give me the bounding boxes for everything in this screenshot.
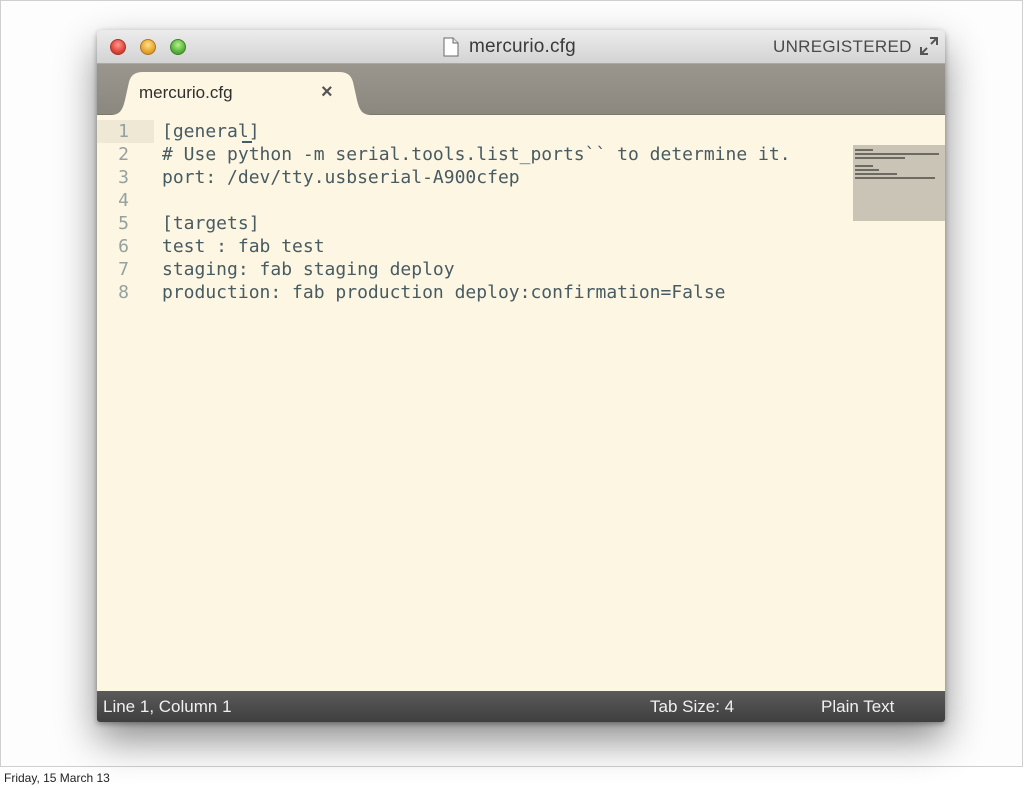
- minimap-line: [855, 149, 873, 151]
- tab-label: mercurio.cfg: [139, 83, 233, 102]
- line-number: 8: [118, 282, 129, 303]
- minimize-button[interactable]: [140, 39, 156, 55]
- code-line[interactable]: [targets]: [162, 212, 260, 235]
- document-icon: [443, 37, 459, 57]
- line-number: 4: [118, 190, 129, 211]
- minimap-line: [855, 169, 879, 171]
- code-line[interactable]: port: /dev/tty.usbserial-A900cfep: [162, 166, 520, 189]
- code-line[interactable]: staging: fab staging deploy: [162, 258, 455, 281]
- window-title: mercurio.cfg: [443, 35, 576, 59]
- slide-background: mercurio.cfg UNREGISTERED mercurio.cfg ×…: [0, 0, 1023, 767]
- tab-close-icon[interactable]: ×: [321, 81, 333, 104]
- code-line[interactable]: [general]: [162, 120, 260, 143]
- minimap-line: [855, 165, 873, 167]
- fullscreen-icon[interactable]: [920, 37, 938, 55]
- minimap[interactable]: [853, 145, 945, 221]
- cursor-position: Line 1, Column 1: [103, 697, 232, 716]
- code-line[interactable]: production: fab production deploy:confir…: [162, 281, 726, 304]
- unregistered-label: UNREGISTERED: [773, 37, 912, 56]
- minimap-line: [855, 177, 935, 179]
- line-number: 7: [118, 259, 129, 280]
- editor-area[interactable]: 1 [general] 2 # Use python -m serial.too…: [97, 115, 945, 691]
- line-number: 2: [118, 144, 129, 165]
- tab-size-selector[interactable]: Tab Size: 4: [650, 697, 734, 717]
- close-button[interactable]: [110, 39, 126, 55]
- minimap-line: [855, 157, 905, 159]
- line-number: 6: [118, 236, 129, 257]
- code-line[interactable]: test : fab test: [162, 235, 325, 258]
- line-number: 5: [118, 213, 129, 234]
- editor-window: mercurio.cfg UNREGISTERED mercurio.cfg ×…: [97, 30, 945, 722]
- code-line[interactable]: # Use python -m serial.tools.list_ports`…: [162, 143, 791, 166]
- minimap-line: [855, 173, 897, 175]
- zoom-button[interactable]: [170, 39, 186, 55]
- syntax-selector[interactable]: Plain Text: [821, 697, 894, 717]
- line-number: 1: [118, 121, 129, 142]
- tab-mercurio-cfg[interactable]: mercurio.cfg ×: [111, 72, 371, 115]
- slide-footer-date: Friday, 15 March 13: [4, 771, 110, 785]
- line-number: 3: [118, 167, 129, 188]
- title-bar[interactable]: mercurio.cfg UNREGISTERED: [97, 30, 945, 64]
- status-bar: Line 1, Column 1 Tab Size: 4 Plain Text: [97, 691, 945, 722]
- window-title-text: mercurio.cfg: [469, 36, 576, 57]
- tab-bar: mercurio.cfg ×: [97, 64, 945, 115]
- minimap-line: [855, 153, 939, 155]
